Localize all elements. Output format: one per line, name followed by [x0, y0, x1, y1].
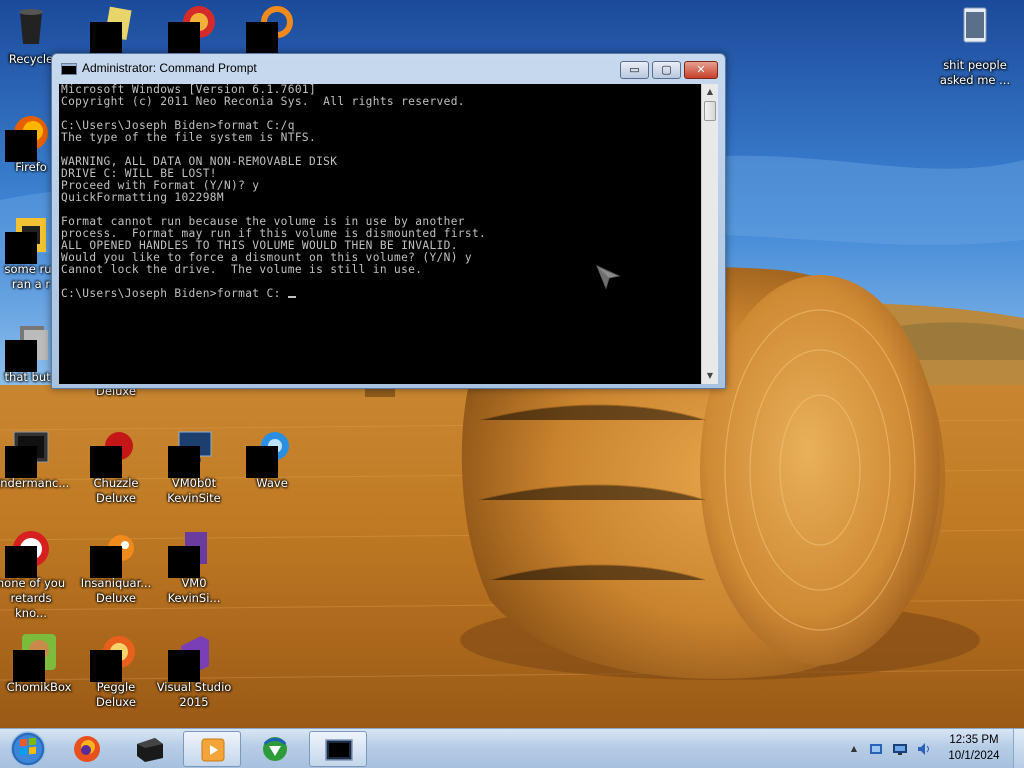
desktop-icon-label: Visual Studio 2015 — [156, 680, 232, 709]
vertical-scrollbar[interactable]: ▲ ▼ — [701, 84, 718, 384]
download-manager-icon — [263, 737, 287, 761]
text-cursor — [287, 296, 296, 298]
censor-block — [5, 446, 37, 478]
action-center-icon[interactable] — [868, 741, 884, 757]
close-button[interactable]: ✕ — [684, 61, 718, 79]
desktop-icon-label: Peggle Deluxe — [96, 680, 136, 709]
censor-block — [246, 22, 278, 54]
console-prompt-text: C:\Users\Joseph Biden>format C: — [61, 287, 288, 300]
command-prompt-window[interactable]: Administrator: Command Prompt ▭ ▢ ✕ Micr… — [51, 53, 726, 389]
desktop-icon-label: Insaniquar... Deluxe — [80, 576, 152, 605]
taskbar-button-media-player[interactable] — [183, 731, 241, 767]
desktop-icon-label: Endermanc... — [0, 476, 70, 490]
console-line: The type of the file system is NTFS. — [61, 131, 317, 144]
window-titlebar[interactable]: Administrator: Command Prompt ▭ ▢ ✕ — [52, 54, 725, 84]
clock-date[interactable]: 10/1/2024 — [943, 750, 1005, 762]
censor-block — [246, 446, 278, 478]
console-line: QuickFormatting 102298M — [61, 191, 224, 204]
command-prompt-icon — [61, 63, 77, 75]
console-line: Copyright (c) 2011 Neo Reconia Sys. All … — [61, 95, 465, 108]
show-desktop-button[interactable] — [1013, 729, 1024, 768]
maximize-button[interactable]: ▢ — [652, 61, 681, 79]
censor-block — [5, 340, 37, 372]
mouse-pointer-icon — [596, 265, 621, 290]
firefox-icon — [74, 736, 100, 762]
show-hidden-icons-button[interactable]: ▲ — [846, 741, 862, 757]
taskbar-button-download-manager[interactable] — [246, 731, 304, 767]
minimize-button[interactable]: ▭ — [620, 61, 649, 79]
desktop-icon-label: none of you retards kno... — [0, 576, 66, 620]
censor-block — [5, 232, 37, 264]
censor-block — [90, 650, 122, 682]
censor-block — [90, 546, 122, 578]
volume-icon[interactable] — [916, 741, 932, 757]
desktop-icon-label: ChomikBox — [6, 680, 72, 694]
censor-block — [168, 546, 200, 578]
censor-block — [5, 130, 37, 162]
window-title: Administrator: Command Prompt — [82, 61, 257, 75]
desktop-icon-label: Chuzzle Deluxe — [93, 476, 139, 505]
command-prompt-icon — [325, 739, 353, 761]
taskbar-button-media-device[interactable] — [120, 731, 178, 767]
taskbar-button-firefox[interactable] — [58, 731, 116, 767]
censor-block — [90, 22, 122, 54]
start-button[interactable] — [4, 729, 50, 768]
desktop-icon-label: Wave — [256, 476, 288, 490]
scroll-down-button[interactable]: ▼ — [702, 368, 718, 384]
desktop-icon-label: VM0b0t KevinSite — [167, 476, 221, 505]
censor-block — [168, 650, 200, 682]
folder-icon — [963, 7, 987, 43]
taskbar: ▲ 12:35 PM 10/1/2024 — [0, 728, 1024, 768]
desktop-icon-label: VM0 KevinSi... — [167, 576, 221, 605]
censor-block — [90, 446, 122, 478]
system-tray: ▲ 12:35 PM 10/1/2024 — [840, 729, 1024, 768]
censor-block — [168, 446, 200, 478]
network-icon[interactable] — [892, 741, 908, 757]
censor-block — [5, 546, 37, 578]
taskbar-button-command-prompt[interactable] — [309, 731, 367, 767]
desktop-icon-label: shit people asked me ... — [939, 58, 1011, 87]
scroll-up-button[interactable]: ▲ — [702, 84, 718, 100]
console-output[interactable]: Microsoft Windows [Version 6.1.7601] Copy… — [59, 84, 701, 384]
media-player-icon — [201, 738, 225, 762]
recycle-bin-icon — [19, 9, 43, 44]
censor-block — [13, 650, 45, 682]
scroll-thumb[interactable] — [704, 101, 716, 121]
device-icon — [137, 738, 163, 762]
censor-block — [168, 22, 200, 54]
clock-time[interactable]: 12:35 PM — [943, 734, 1005, 746]
